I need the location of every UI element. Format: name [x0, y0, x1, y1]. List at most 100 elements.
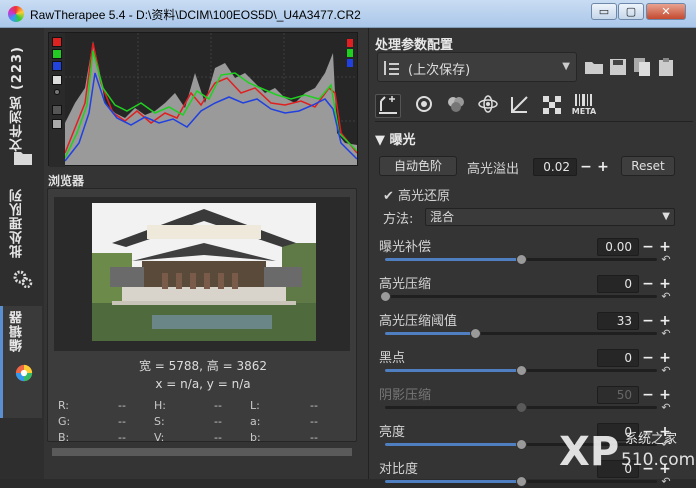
- transform-tab[interactable]: [507, 94, 533, 118]
- pixel-info-label: L:: [250, 399, 260, 412]
- slider-value-input[interactable]: 50: [597, 386, 639, 404]
- slider-minus-button[interactable]: −: [641, 314, 655, 328]
- slider-value-input[interactable]: 0: [597, 349, 639, 367]
- exposure-tab[interactable]: [375, 94, 401, 118]
- navigator-scrollbar[interactable]: [52, 448, 352, 456]
- slider-minus-button[interactable]: −: [641, 277, 655, 291]
- close-button[interactable]: ✕: [646, 3, 686, 20]
- metadata-tab-label: META: [571, 107, 597, 116]
- save-profile-icon[interactable]: [607, 56, 629, 78]
- slider-label: 高光压缩阈值: [379, 314, 458, 329]
- paste-profile-icon[interactable]: [655, 56, 677, 78]
- xp-watermark-logo: XP 系统之家 510.com: [559, 429, 695, 475]
- pixel-info-label: b:: [250, 431, 261, 444]
- expand-arrow-icon: ▼: [375, 133, 390, 148]
- slider-minus-button[interactable]: −: [641, 388, 655, 402]
- green-channel-toggle[interactable]: [52, 49, 62, 59]
- auto-levels-button[interactable]: 自动色阶: [379, 156, 457, 176]
- raw-checker-icon: [543, 96, 561, 114]
- chevron-down-icon: ▼: [562, 61, 570, 72]
- navigator-label: 浏览器: [48, 174, 85, 188]
- tab-file-browser[interactable]: 文件浏览 (223): [8, 46, 27, 152]
- slider-minus-button[interactable]: −: [641, 351, 655, 365]
- luminance-toggle[interactable]: [52, 75, 62, 85]
- slider-value-input[interactable]: 0.00: [597, 238, 639, 256]
- maximize-button[interactable]: ▢: [618, 3, 644, 20]
- pixel-info-label: S:: [154, 415, 165, 428]
- hl-reconstruct-checkbox[interactable]: ✔ 高光还原: [383, 185, 450, 204]
- slider-knob[interactable]: [516, 439, 527, 450]
- histogram-panel: [48, 32, 358, 167]
- histogram-graph: [65, 33, 357, 165]
- slider-knob[interactable]: [516, 402, 527, 413]
- slider-track[interactable]: [385, 295, 657, 298]
- slider-knob[interactable]: [470, 328, 481, 339]
- pixel-info-value: --: [310, 399, 318, 412]
- red-channel-toggle[interactable]: [52, 37, 62, 47]
- chevron-down-icon: ▼: [662, 211, 670, 222]
- exposure-icon: [379, 96, 397, 114]
- reset-arrow-icon[interactable]: ↶: [660, 365, 672, 377]
- chroma-toggle[interactable]: [54, 89, 60, 95]
- reset-arrow-icon[interactable]: ↶: [660, 402, 672, 414]
- pixel-info-label: B:: [58, 431, 70, 444]
- slider-fill: [385, 258, 521, 261]
- advanced-icon: [478, 95, 498, 113]
- slider-knob[interactable]: [516, 254, 527, 265]
- rawtherapee-logo-icon: [8, 6, 24, 22]
- highlight-clip-minus-button[interactable]: −: [579, 160, 593, 174]
- pixel-info-value: --: [214, 431, 222, 444]
- pixel-info-value: --: [310, 415, 318, 428]
- pixel-info-value: --: [214, 415, 222, 428]
- pixel-info-label: H:: [154, 399, 166, 412]
- histogram-toolbar: [49, 33, 65, 167]
- slider-label: 曝光补偿: [379, 240, 432, 255]
- slider-plus-button[interactable]: +: [658, 388, 672, 402]
- preview-area[interactable]: [54, 197, 350, 351]
- slider-value-input[interactable]: 33: [597, 312, 639, 330]
- advanced-tab[interactable]: [475, 94, 501, 118]
- color-tab[interactable]: [443, 94, 469, 118]
- folder-icon: [14, 152, 32, 165]
- slider-plus-button[interactable]: +: [658, 314, 672, 328]
- tab-batch-queue[interactable]: 批处理队列: [8, 188, 27, 258]
- svg-text:510.com: 510.com: [621, 450, 695, 470]
- reset-button[interactable]: Reset: [621, 156, 675, 176]
- cursor-coordinates: x = n/a, y = n/a: [155, 377, 251, 391]
- exposure-section-header[interactable]: ▼ 曝光: [375, 129, 416, 148]
- minimize-button[interactable]: ▭: [591, 3, 617, 20]
- metadata-tab[interactable]: META: [571, 94, 597, 118]
- raw-toggle[interactable]: [52, 105, 62, 115]
- pixel-info-value: --: [310, 431, 318, 444]
- slider-fill: [385, 369, 521, 372]
- slider-knob[interactable]: [380, 291, 391, 302]
- slider-plus-button[interactable]: +: [658, 351, 672, 365]
- open-profile-icon[interactable]: [583, 56, 605, 78]
- bar-toggle[interactable]: [52, 119, 62, 129]
- reset-arrow-icon[interactable]: ↶: [660, 254, 672, 266]
- svg-text:系统之家: 系统之家: [625, 431, 677, 447]
- slider-knob[interactable]: [516, 476, 527, 487]
- profile-selector[interactable]: (上次保存) ▼: [377, 52, 577, 82]
- slider-plus-button[interactable]: +: [658, 240, 672, 254]
- blue-channel-toggle[interactable]: [52, 61, 62, 71]
- highlight-clip-input[interactable]: 0.02: [533, 158, 577, 176]
- slider-plus-button[interactable]: +: [658, 277, 672, 291]
- reset-arrow-icon[interactable]: ↶: [660, 291, 672, 303]
- photo-thumbnail: [92, 203, 316, 341]
- slider-label: 对比度: [379, 462, 419, 477]
- method-select[interactable]: 混合 ▼: [425, 208, 675, 226]
- reset-arrow-icon[interactable]: ↶: [660, 328, 672, 340]
- slider-value-input[interactable]: 0: [597, 275, 639, 293]
- slider-minus-button[interactable]: −: [641, 240, 655, 254]
- copy-profile-icon[interactable]: [631, 56, 653, 78]
- processing-profile-title: 处理参数配置: [375, 38, 454, 53]
- center-panel: 浏览器 宽 = 5788, 高 = 3862 x = n/a, y = n/a …: [44, 28, 364, 479]
- raw-tab[interactable]: [539, 94, 565, 118]
- highlight-clip-plus-button[interactable]: +: [596, 160, 610, 174]
- tab-editor[interactable]: 编辑器: [8, 310, 27, 352]
- slider-label: 阴影压缩: [379, 388, 432, 403]
- slider-knob[interactable]: [516, 365, 527, 376]
- detail-tab[interactable]: [411, 94, 437, 118]
- pixel-info-label: G:: [58, 415, 71, 428]
